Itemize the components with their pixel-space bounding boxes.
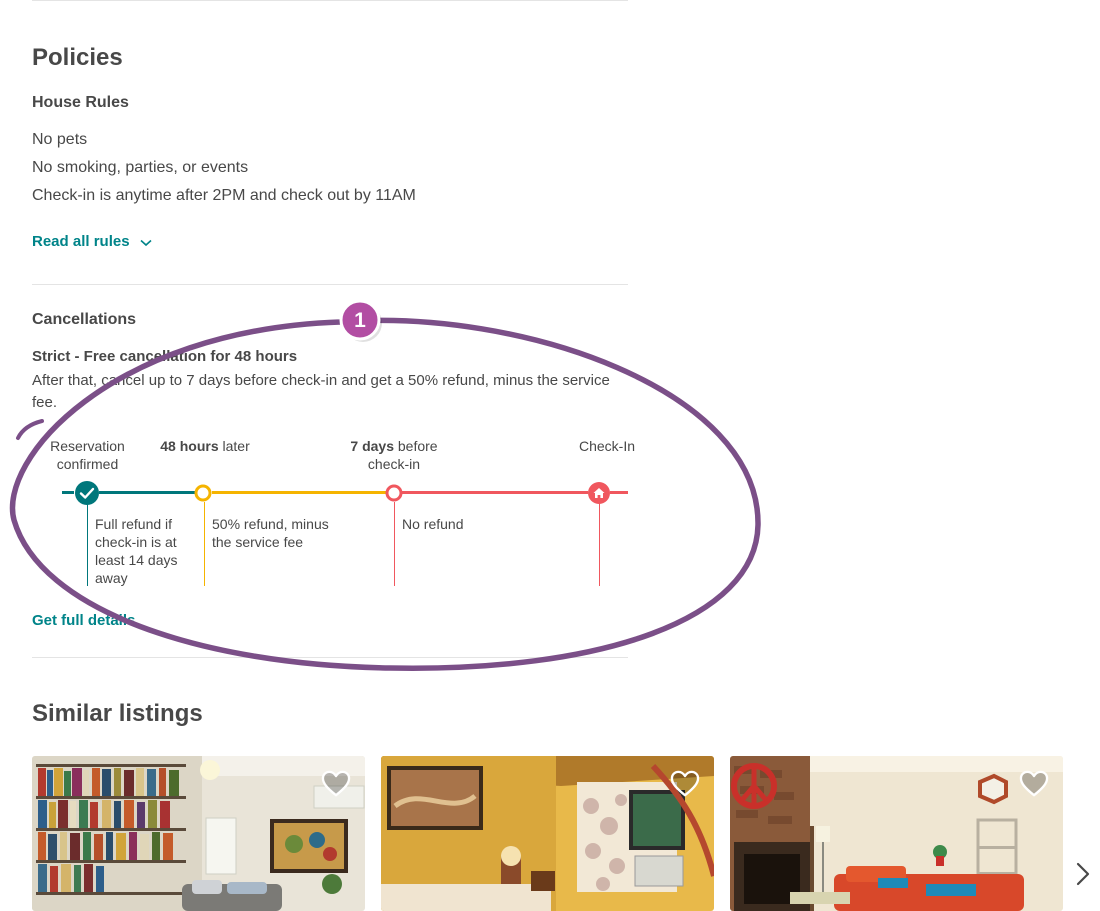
- timeline-48h-bold: 48 hours: [160, 438, 219, 454]
- section-divider: [32, 284, 628, 285]
- heart-icon[interactable]: [670, 770, 700, 798]
- timeline-segment-yellow: [212, 491, 386, 494]
- refund-text-none: No refund: [402, 516, 464, 532]
- timeline-tick-teal: [87, 502, 88, 586]
- listing-card[interactable]: [381, 756, 714, 911]
- timeline-label-7days: 7 days before check-in: [340, 437, 448, 473]
- read-all-rules-label: Read all rules: [32, 233, 130, 250]
- similar-listings-title: Similar listings: [32, 700, 203, 727]
- section-divider: [32, 657, 628, 658]
- timeline-segment-teal: [62, 491, 74, 494]
- timeline-segment-teal: [99, 491, 195, 494]
- listing-photo: [381, 756, 714, 911]
- heart-icon[interactable]: [1019, 770, 1049, 798]
- chevron-right-icon[interactable]: [1072, 860, 1094, 888]
- timeline-marker-yellow: [194, 484, 212, 502]
- timeline-tick-red: [394, 502, 395, 586]
- listing-card[interactable]: [32, 756, 365, 911]
- heart-icon[interactable]: [321, 770, 351, 798]
- timeline-tick-red: [599, 502, 600, 586]
- timeline-label-reservation: Reservation confirmed: [50, 438, 125, 472]
- get-full-details-link[interactable]: Get full details: [32, 612, 135, 629]
- listing-card[interactable]: [730, 756, 1063, 911]
- cancellation-policy-title: Strict - Free cancellation for 48 hours: [32, 348, 298, 365]
- cancellations-heading: Cancellations: [32, 311, 137, 328]
- annotation-badge: 1: [339, 299, 382, 342]
- listing-photo: [32, 756, 365, 911]
- refund-text-full: Full refund if check-in is at least 14 d…: [95, 516, 178, 586]
- cancellation-policy-description: After that, cancel up to 7 days before c…: [32, 372, 610, 411]
- rule-item: No smoking, parties, or events: [32, 159, 249, 176]
- timeline-label-checkin: Check-In: [578, 438, 635, 454]
- timeline-48h-rest: later: [218, 438, 250, 454]
- refund-text-half: 50% refund, minus the service fee: [212, 516, 329, 550]
- chevron-down-icon: [140, 234, 152, 251]
- timeline-marker-red: [385, 484, 403, 502]
- timeline-7days-bold: 7 days: [350, 438, 394, 454]
- top-divider: [32, 0, 628, 1]
- timeline-segment-red: [402, 491, 588, 494]
- annotation-badge-number: 1: [354, 309, 366, 332]
- listing-photo: [730, 756, 1063, 911]
- rule-item: No pets: [32, 131, 88, 148]
- rule-item: Check-in is anytime after 2PM and check …: [32, 187, 416, 204]
- policies-title: Policies: [32, 44, 123, 71]
- timeline-tick-yellow: [204, 502, 205, 586]
- read-all-rules-link[interactable]: Read all rules: [32, 233, 152, 251]
- timeline-segment-red: [610, 491, 628, 494]
- timeline-label-48h: 48 hours later: [150, 437, 260, 455]
- house-rules-heading: House Rules: [32, 94, 129, 111]
